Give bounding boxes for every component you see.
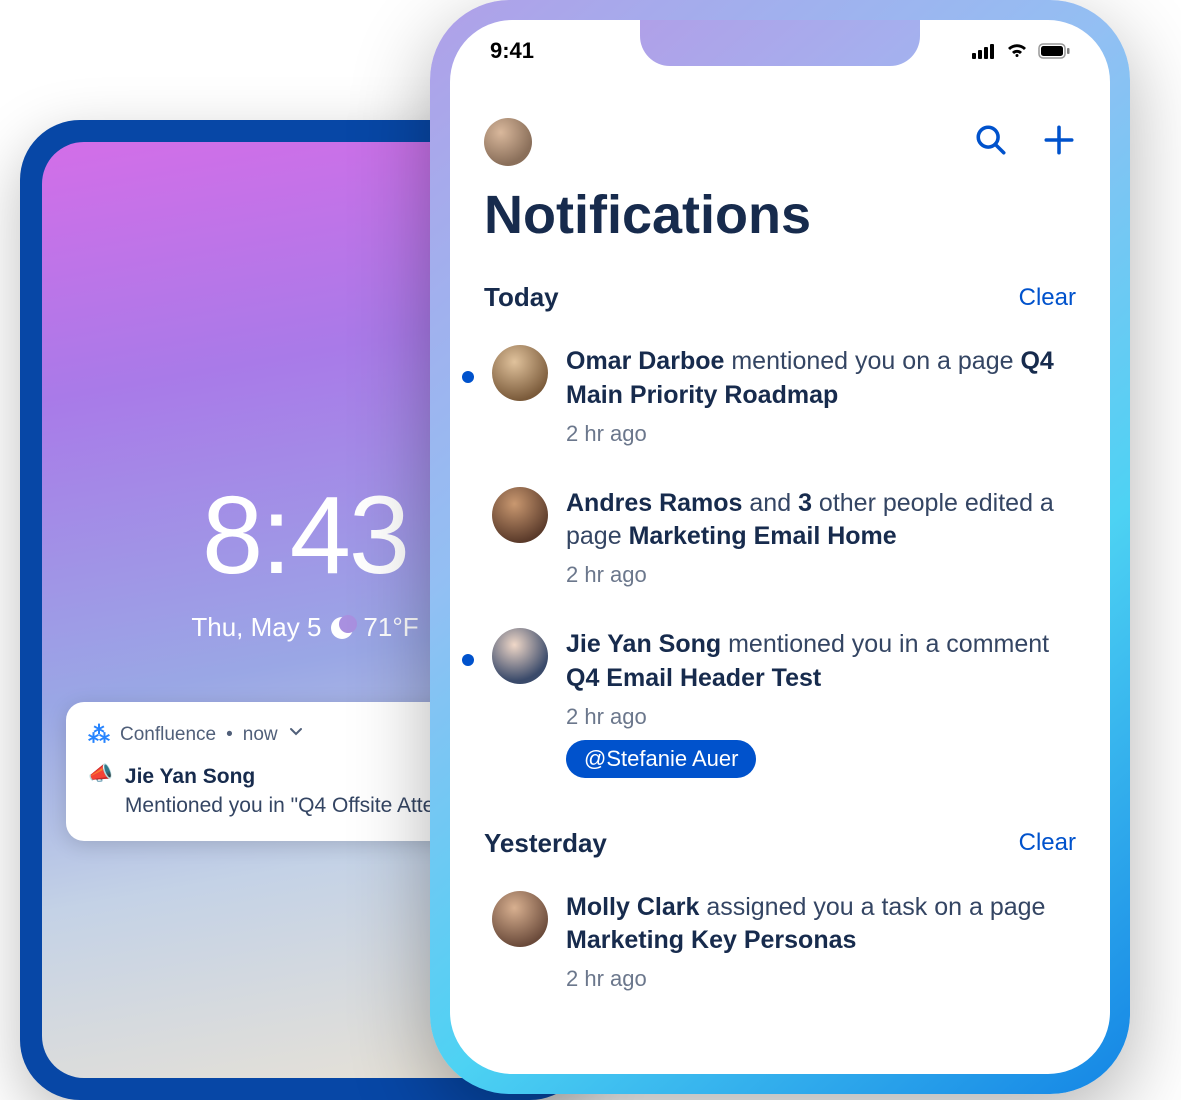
notification-actor: Omar Darboe <box>566 347 724 375</box>
signal-icon <box>972 43 996 59</box>
notification-action: assigned you a task on a page <box>699 893 1045 921</box>
notification-action: mentioned you in a comment <box>721 630 1049 658</box>
unread-dot-icon <box>462 371 474 383</box>
notification-item[interactable]: Omar Darboe mentioned you on a page Q4 M… <box>478 325 1082 467</box>
avatar[interactable] <box>492 628 548 684</box>
avatar[interactable] <box>492 891 548 947</box>
section-title-today: Today <box>484 282 559 313</box>
notification-time: 2 hr ago <box>566 421 1082 447</box>
notification-actor: Jie Yan Song <box>566 630 721 658</box>
section-title-yesterday: Yesterday <box>484 828 607 859</box>
notification-text: Jie Yan Song mentioned you in a comment … <box>566 628 1082 696</box>
page-title: Notifications <box>478 176 1082 270</box>
mention-chip[interactable]: @Stefanie Auer <box>566 740 756 778</box>
app-header <box>478 100 1082 176</box>
notification-target: Marketing Key Personas <box>566 926 856 954</box>
megaphone-icon: 📣 <box>88 764 113 784</box>
push-app-name: Confluence <box>120 724 216 746</box>
notification-text-and: and <box>742 489 798 517</box>
push-when: now <box>243 724 278 746</box>
notification-text: Andres Ramos and 3 other people edited a… <box>566 487 1082 555</box>
status-time: 9:41 <box>490 38 534 64</box>
notification-time: 2 hr ago <box>566 966 1082 992</box>
notification-item[interactable]: Molly Clark assigned you a task on a pag… <box>478 871 1082 1013</box>
battery-icon <box>1038 43 1070 59</box>
chevron-down-icon[interactable] <box>288 724 304 746</box>
notification-action: mentioned you on a page <box>724 347 1020 375</box>
notification-item[interactable]: Andres Ramos and 3 other people edited a… <box>478 467 1082 609</box>
lockscreen-date: Thu, May 5 <box>191 612 321 643</box>
moon-icon <box>331 617 353 639</box>
section-header-yesterday: Yesterday Clear <box>478 816 1082 871</box>
clear-button-today[interactable]: Clear <box>1019 284 1076 312</box>
plus-icon[interactable] <box>1042 123 1076 162</box>
avatar[interactable] <box>492 487 548 543</box>
notification-item[interactable]: Jie Yan Song mentioned you in a comment … <box>478 608 1082 798</box>
search-icon[interactable] <box>974 123 1008 162</box>
iphone-frame: 9:41 <box>430 0 1130 1094</box>
confluence-icon: ⁂ <box>88 722 110 748</box>
iphone-screen: 9:41 <box>450 20 1110 1074</box>
notification-actor: Andres Ramos <box>566 489 742 517</box>
push-body-text: Mentioned you in "Q4 Offsite Attende <box>125 791 469 820</box>
notification-count: 3 <box>798 489 812 517</box>
status-bar: 9:41 <box>450 38 1110 64</box>
push-sender: Jie Yan Song <box>125 762 469 791</box>
profile-avatar[interactable] <box>484 118 532 166</box>
notification-actor: Molly Clark <box>566 893 699 921</box>
wifi-icon <box>1006 43 1028 59</box>
notification-time: 2 hr ago <box>566 704 1082 730</box>
notification-target: Marketing Email Home <box>629 522 897 550</box>
notification-time: 2 hr ago <box>566 562 1082 588</box>
bullet-separator: • <box>226 724 233 746</box>
lockscreen-temp: 71°F <box>363 612 418 643</box>
section-header-today: Today Clear <box>478 270 1082 325</box>
avatar[interactable] <box>492 345 548 401</box>
notification-text: Omar Darboe mentioned you on a page Q4 M… <box>566 345 1082 413</box>
notification-target: Q4 Email Header Test <box>566 664 821 692</box>
unread-dot-icon <box>462 654 474 666</box>
notification-text: Molly Clark assigned you a task on a pag… <box>566 891 1082 959</box>
clear-button-yesterday[interactable]: Clear <box>1019 829 1076 857</box>
